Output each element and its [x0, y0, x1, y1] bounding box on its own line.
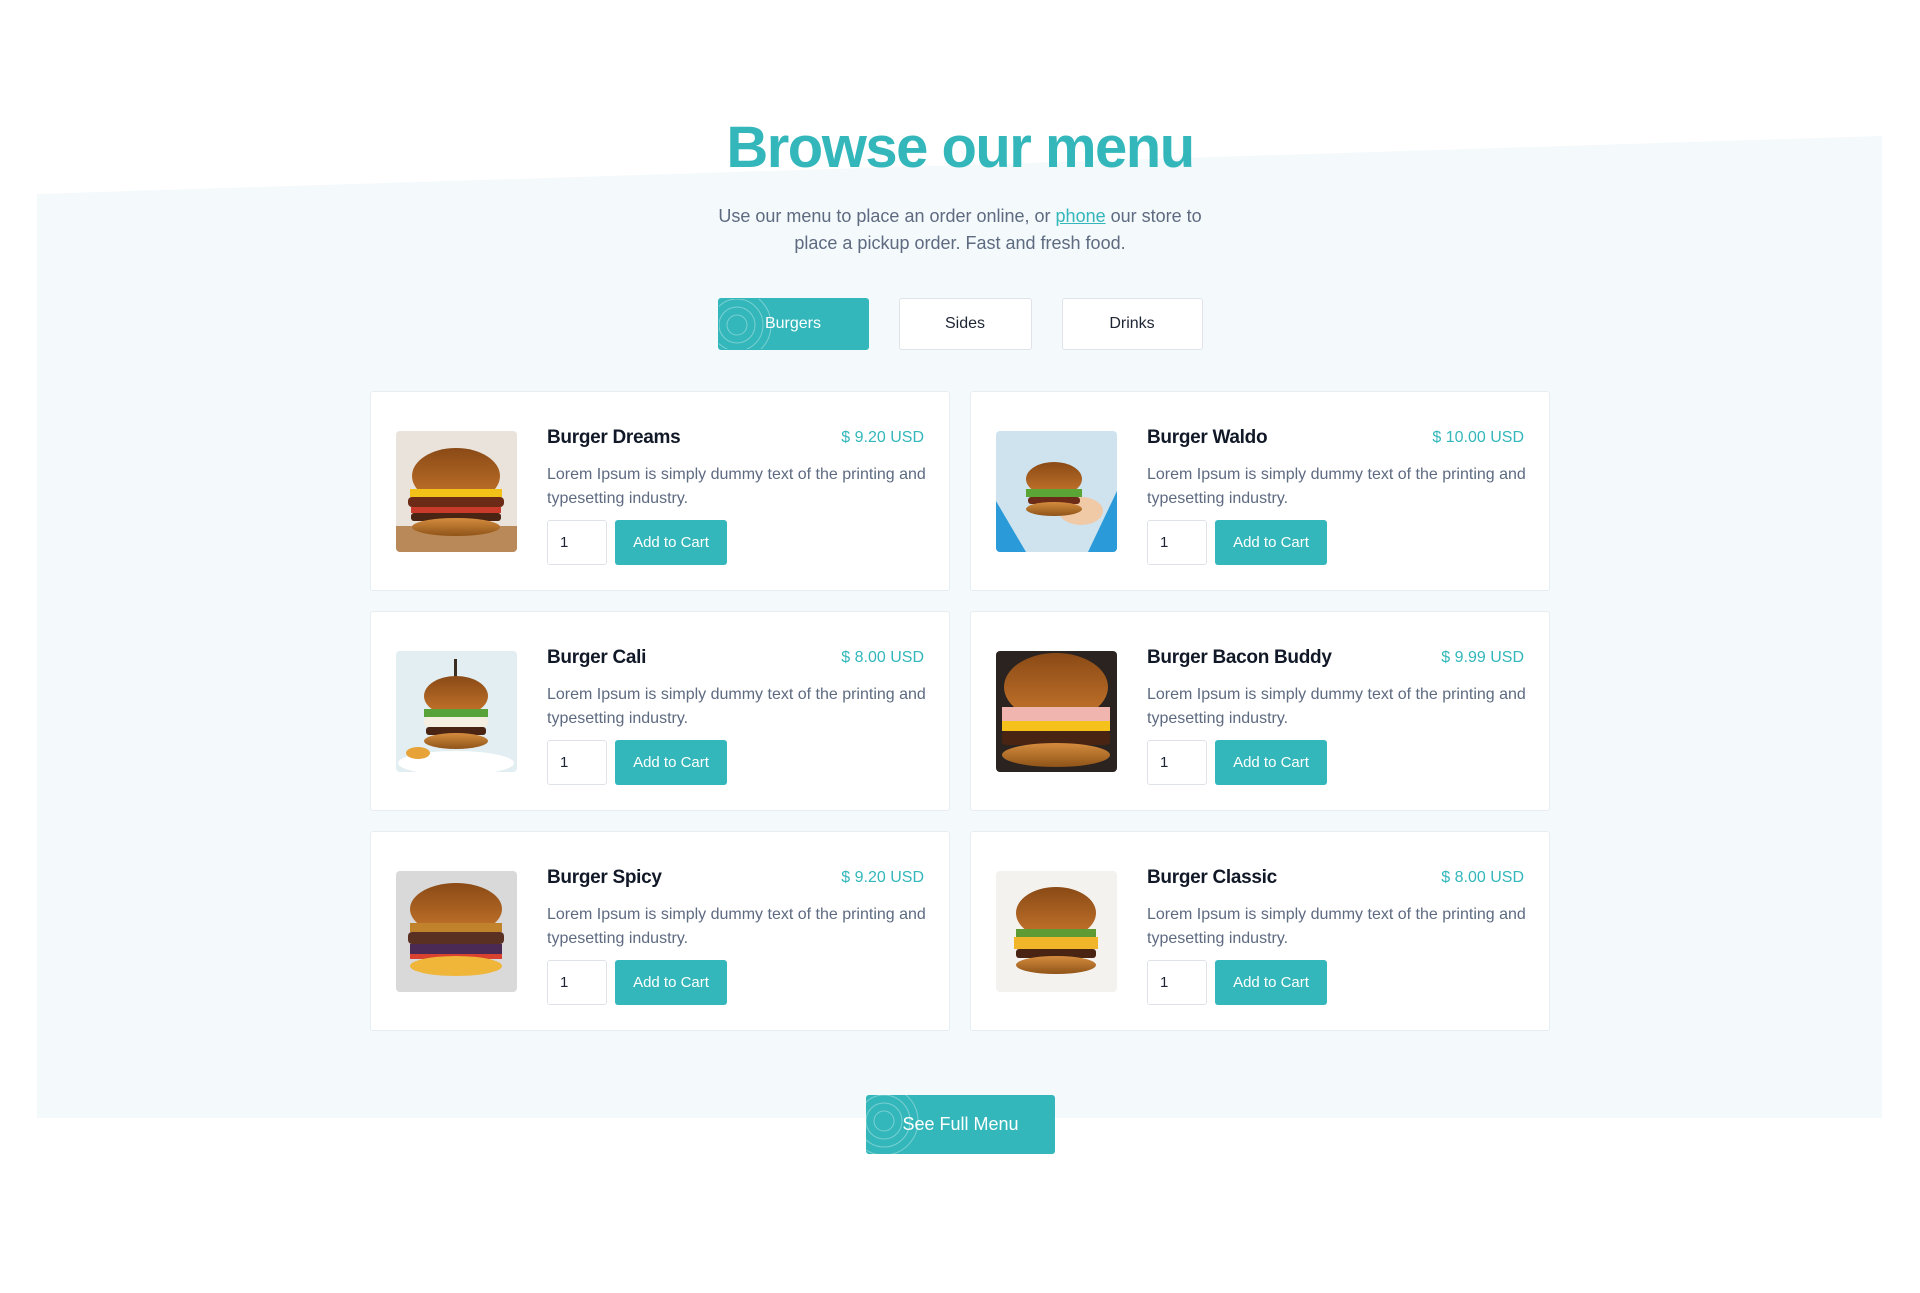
- quantity-input[interactable]: [547, 740, 607, 785]
- add-to-cart-button[interactable]: Add to Cart: [615, 740, 727, 785]
- menu-item-card: Burger Dreams $ 9.20 USD Lorem Ipsum is …: [370, 391, 950, 591]
- quantity-input[interactable]: [1147, 520, 1207, 565]
- item-name: Burger Waldo: [1147, 427, 1268, 448]
- see-full-menu-label: See Full Menu: [902, 1114, 1019, 1134]
- tab-burgers[interactable]: Burgers: [717, 298, 869, 350]
- add-to-cart-button[interactable]: Add to Cart: [1215, 520, 1327, 565]
- menu-item-card: Burger Classic $ 8.00 USD Lorem Ipsum is…: [970, 831, 1550, 1031]
- add-to-cart-button[interactable]: Add to Cart: [1215, 740, 1327, 785]
- menu-category-tabs: Burgers Sides Drinks: [0, 298, 1920, 350]
- page-title: Browse our menu: [726, 115, 1195, 180]
- item-price: $ 9.20 USD: [841, 429, 924, 446]
- quantity-input[interactable]: [1147, 740, 1207, 785]
- item-price: $ 8.00 USD: [841, 649, 924, 666]
- item-description: Lorem Ipsum is simply dummy text of the …: [547, 466, 926, 507]
- item-description: Lorem Ipsum is simply dummy text of the …: [547, 686, 926, 727]
- swirl-pattern-icon: [718, 299, 771, 349]
- quantity-input[interactable]: [1147, 960, 1207, 1005]
- menu-item-card: Burger Waldo $ 10.00 USD Lorem Ipsum is …: [970, 391, 1550, 591]
- item-description: Lorem Ipsum is simply dummy text of the …: [1147, 906, 1526, 947]
- item-name: Burger Spicy: [547, 867, 662, 888]
- item-price: $ 8.00 USD: [1441, 869, 1524, 886]
- item-price: $ 9.20 USD: [841, 869, 924, 886]
- item-name: Burger Classic: [1147, 867, 1277, 888]
- burger-photo-icon: [996, 871, 1117, 992]
- menu-item-card: Burger Cali $ 8.00 USD Lorem Ipsum is si…: [370, 611, 950, 811]
- burger-photo-icon: [396, 871, 517, 992]
- burger-photo-icon: [996, 431, 1117, 552]
- phone-link[interactable]: phone: [1056, 206, 1106, 226]
- item-description: Lorem Ipsum is simply dummy text of the …: [1147, 686, 1526, 727]
- tab-drinks[interactable]: Drinks: [1061, 298, 1203, 350]
- menu-item-card: Burger Bacon Buddy $ 9.99 USD Lorem Ipsu…: [970, 611, 1550, 811]
- menu-items-grid: Burger Dreams $ 9.20 USD Lorem Ipsum is …: [370, 391, 1550, 1031]
- item-name: Burger Bacon Buddy: [1147, 647, 1332, 668]
- item-name: Burger Dreams: [547, 427, 681, 448]
- menu-item-card: Burger Spicy $ 9.20 USD Lorem Ipsum is s…: [370, 831, 950, 1031]
- burger-photo-icon: [396, 431, 517, 552]
- add-to-cart-button[interactable]: Add to Cart: [615, 960, 727, 1005]
- item-price: $ 10.00 USD: [1432, 429, 1524, 446]
- tab-sides[interactable]: Sides: [898, 298, 1032, 350]
- add-to-cart-button[interactable]: Add to Cart: [615, 520, 727, 565]
- add-to-cart-button[interactable]: Add to Cart: [1215, 960, 1327, 1005]
- tab-drinks-label: Drinks: [1109, 315, 1155, 332]
- see-full-menu-button[interactable]: See Full Menu: [866, 1095, 1055, 1154]
- quantity-input[interactable]: [547, 960, 607, 1005]
- burger-photo-icon: [996, 651, 1117, 772]
- item-description: Lorem Ipsum is simply dummy text of the …: [1147, 466, 1526, 507]
- item-price: $ 9.99 USD: [1441, 649, 1524, 666]
- burger-photo-icon: [396, 651, 517, 772]
- menu-hero: Browse our menu Use our menu to place an…: [0, 110, 1920, 257]
- hero-subtitle: Use our menu to place an order online, o…: [700, 203, 1220, 257]
- subtitle-text-start: Use our menu to place an order online, o…: [718, 206, 1056, 226]
- tab-sides-label: Sides: [944, 315, 986, 332]
- quantity-input[interactable]: [547, 520, 607, 565]
- item-name: Burger Cali: [547, 647, 647, 668]
- item-description: Lorem Ipsum is simply dummy text of the …: [547, 906, 926, 947]
